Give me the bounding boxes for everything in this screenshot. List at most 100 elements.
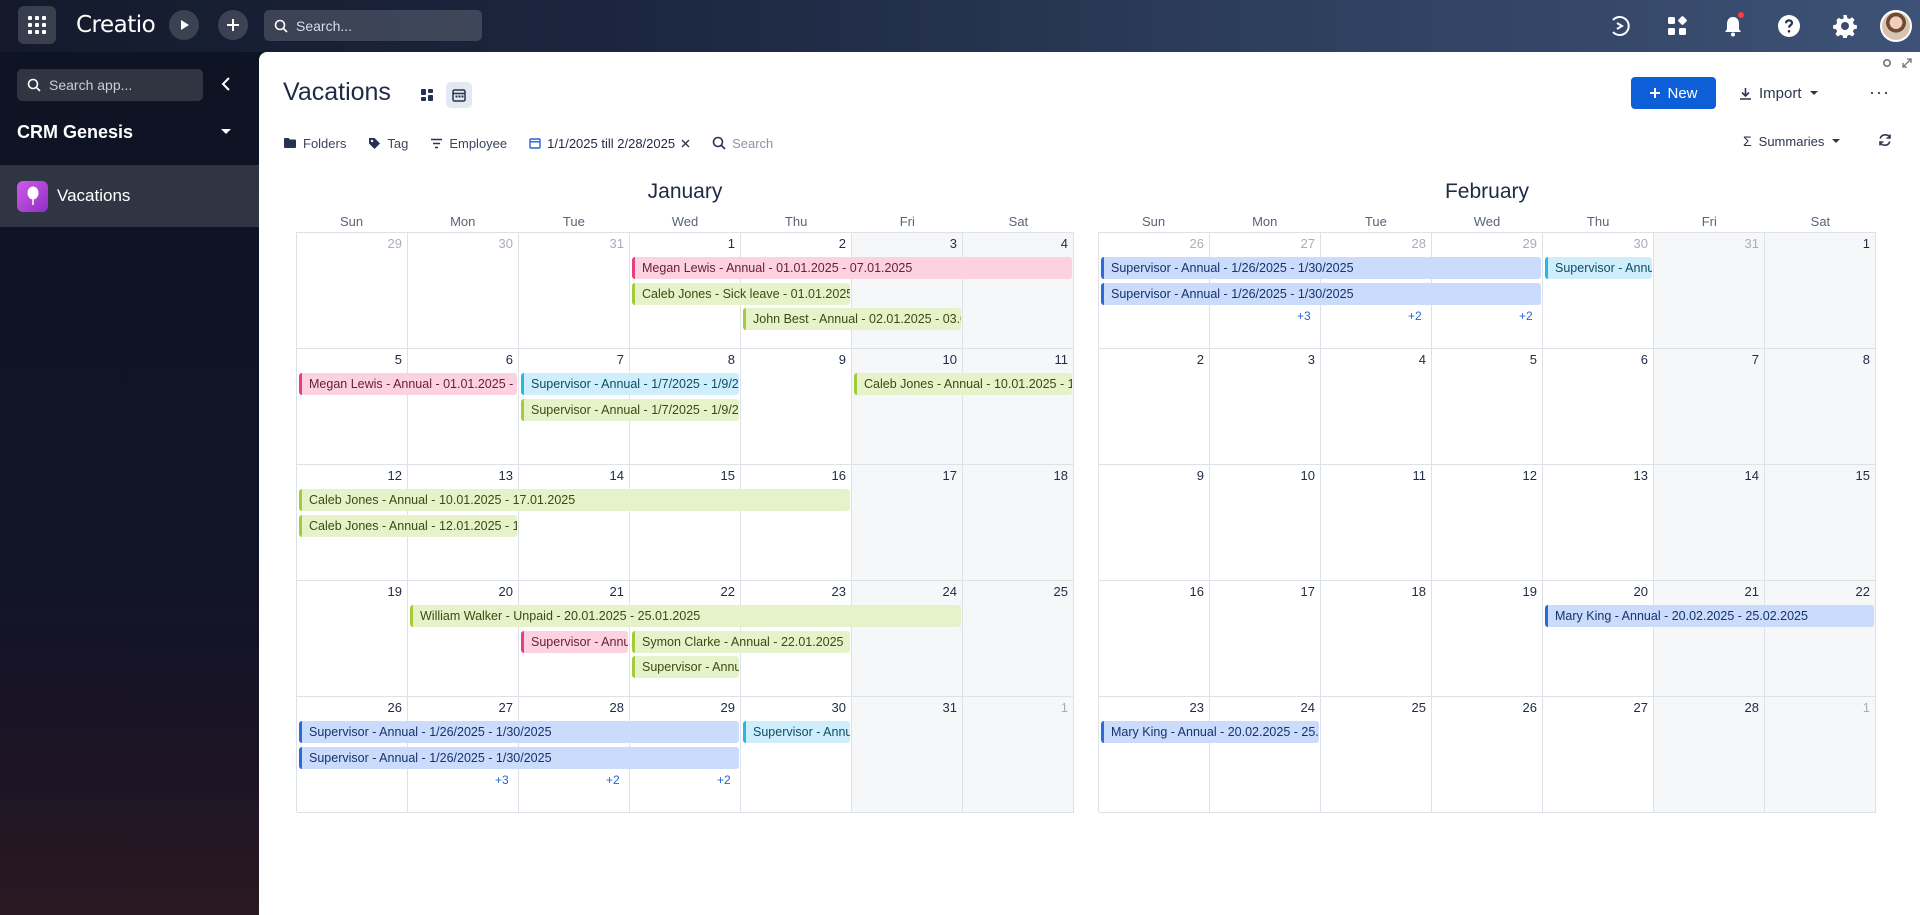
more-events-link[interactable]: +2 — [1408, 309, 1422, 323]
day-cell[interactable]: 24 — [852, 581, 963, 697]
panel-settings-icon[interactable] — [1882, 58, 1892, 68]
day-cell[interactable]: 26 — [1432, 697, 1543, 813]
day-cell[interactable]: 29 — [297, 233, 408, 349]
collapse-sidebar-button[interactable] — [214, 72, 238, 96]
day-cell[interactable]: 31 — [1654, 233, 1765, 349]
day-cell[interactable]: 25 — [963, 581, 1074, 697]
day-cell[interactable]: 18 — [963, 465, 1074, 581]
date-range-filter[interactable]: 1/1/2025 till 2/28/2025 — [529, 136, 690, 151]
day-cell[interactable]: 31 — [852, 697, 963, 813]
day-cell[interactable]: 11 — [1321, 465, 1432, 581]
day-cell[interactable]: 20 — [408, 581, 519, 697]
vacation-event[interactable]: Supervisor - Annual — [632, 656, 739, 678]
add-button[interactable] — [218, 10, 248, 40]
vacation-event[interactable]: Supervisor - Annual — [743, 721, 850, 743]
import-button[interactable]: Import — [1739, 77, 1819, 109]
list-search-input[interactable] — [732, 135, 853, 151]
tag-filter[interactable]: Tag — [368, 136, 408, 151]
vacation-event[interactable]: Supervisor - Annual - 1/26/2025 - 1/30/2… — [299, 746, 739, 769]
more-events-link[interactable]: +2 — [1519, 309, 1533, 323]
close-icon[interactable] — [681, 139, 690, 148]
day-cell[interactable]: 10 — [852, 349, 963, 465]
day-cell[interactable]: 6 — [408, 349, 519, 465]
employee-filter[interactable]: Employee — [430, 136, 507, 151]
more-events-link[interactable]: +3 — [1297, 309, 1311, 323]
calendar-view-button[interactable] — [446, 82, 472, 108]
day-cell[interactable]: 3 — [1210, 349, 1321, 465]
vacation-event[interactable]: Supervisor - Annual - 1/26/2025 - 1/30/2… — [1101, 282, 1541, 305]
day-cell[interactable]: 13 — [1543, 465, 1654, 581]
more-events-link[interactable]: +2 — [606, 773, 620, 787]
day-cell[interactable]: 1 — [1765, 697, 1876, 813]
vacation-event[interactable]: Supervisor - Annual — [1545, 257, 1652, 279]
day-cell[interactable]: 14 — [1654, 465, 1765, 581]
vacation-event[interactable]: Supervisor - Annual - 1/7/2025 - 1/9/202… — [521, 398, 739, 421]
day-cell[interactable]: 3 — [852, 233, 963, 349]
app-search[interactable] — [17, 69, 203, 101]
caret-down-icon[interactable] — [220, 128, 232, 136]
dashboard-view-button[interactable] — [414, 82, 440, 108]
expand-icon[interactable] — [1902, 58, 1912, 68]
day-cell[interactable]: 31 — [519, 233, 630, 349]
ai-assistant-button[interactable] — [1607, 12, 1635, 40]
notifications-button[interactable] — [1719, 12, 1747, 40]
day-cell[interactable]: 20 — [1543, 581, 1654, 697]
day-cell[interactable]: 7 — [1654, 349, 1765, 465]
day-cell[interactable]: 5 — [1432, 349, 1543, 465]
day-cell[interactable]: 9 — [1099, 465, 1210, 581]
day-cell[interactable]: 15 — [1765, 465, 1876, 581]
day-cell[interactable]: 15 — [630, 465, 741, 581]
summaries-button[interactable]: Σ Summaries — [1743, 133, 1841, 149]
day-cell[interactable]: 30 — [408, 233, 519, 349]
day-cell[interactable]: 22 — [1765, 581, 1876, 697]
vacation-event[interactable]: Megan Lewis - Annual - 01.01.2025 - 07.0… — [632, 257, 1072, 279]
vacation-event[interactable]: Mary King - Annual - 20.02.2025 - 25.02.… — [1101, 721, 1319, 743]
applications-button[interactable] — [1663, 12, 1691, 40]
day-cell[interactable]: 25 — [1321, 697, 1432, 813]
day-cell[interactable]: 1 — [963, 697, 1074, 813]
day-cell[interactable]: 4 — [1321, 349, 1432, 465]
day-cell[interactable]: 28 — [1654, 697, 1765, 813]
day-cell[interactable]: 27 — [1543, 697, 1654, 813]
vacation-event[interactable]: William Walker - Unpaid - 20.01.2025 - 2… — [410, 605, 961, 627]
day-cell[interactable]: 5 — [297, 349, 408, 465]
list-search[interactable] — [712, 135, 853, 151]
day-cell[interactable]: 16 — [1099, 581, 1210, 697]
vacation-event[interactable]: Supervisor - Annual — [521, 630, 628, 653]
settings-button[interactable] — [1831, 12, 1859, 40]
app-search-input[interactable] — [49, 77, 199, 93]
day-cell[interactable]: 19 — [1432, 581, 1543, 697]
global-search[interactable] — [264, 10, 482, 41]
workspace-title[interactable]: CRM Genesis — [17, 122, 133, 143]
vacation-event[interactable]: Caleb Jones - Sick leave - 01.01.2025 - … — [632, 282, 850, 305]
vacation-event[interactable]: Supervisor - Annual - 1/7/2025 - 1/9/202… — [521, 373, 739, 395]
day-cell[interactable]: 17 — [852, 465, 963, 581]
day-cell[interactable]: 4 — [963, 233, 1074, 349]
day-cell[interactable]: 17 — [1210, 581, 1321, 697]
day-cell[interactable]: 23 — [1099, 697, 1210, 813]
day-cell[interactable]: 9 — [741, 349, 852, 465]
day-cell[interactable]: 10 — [1210, 465, 1321, 581]
vacation-event[interactable]: Mary King - Annual - 20.02.2025 - 25.02.… — [1545, 605, 1874, 627]
day-cell[interactable]: 24 — [1210, 697, 1321, 813]
day-cell[interactable]: 30 — [1543, 233, 1654, 349]
user-avatar[interactable] — [1880, 10, 1912, 42]
run-process-button[interactable] — [169, 10, 199, 40]
vacation-event[interactable]: Caleb Jones - Annual - 10.01.2025 - 17.0… — [854, 373, 1072, 395]
day-cell[interactable]: 2 — [1099, 349, 1210, 465]
day-cell[interactable]: 12 — [1432, 465, 1543, 581]
day-cell[interactable]: 30 — [741, 697, 852, 813]
sidebar-item-vacations[interactable]: Vacations — [0, 165, 259, 227]
day-cell[interactable]: 6 — [1543, 349, 1654, 465]
more-events-link[interactable]: +3 — [495, 773, 509, 787]
help-button[interactable] — [1775, 12, 1803, 40]
vacation-event[interactable]: Supervisor - Annual - 1/26/2025 - 1/30/2… — [299, 721, 739, 743]
folders-filter[interactable]: Folders — [283, 136, 346, 151]
vacation-event[interactable]: Supervisor - Annual - 1/26/2025 - 1/30/2… — [1101, 257, 1541, 279]
day-cell[interactable]: 14 — [519, 465, 630, 581]
app-launcher-button[interactable] — [18, 6, 56, 44]
vacation-event[interactable]: Caleb Jones - Annual - 12.01.2025 - 13.0… — [299, 514, 517, 537]
vacation-event[interactable]: Caleb Jones - Annual - 10.01.2025 - 17.0… — [299, 489, 850, 511]
day-cell[interactable]: 11 — [963, 349, 1074, 465]
day-cell[interactable]: 18 — [1321, 581, 1432, 697]
